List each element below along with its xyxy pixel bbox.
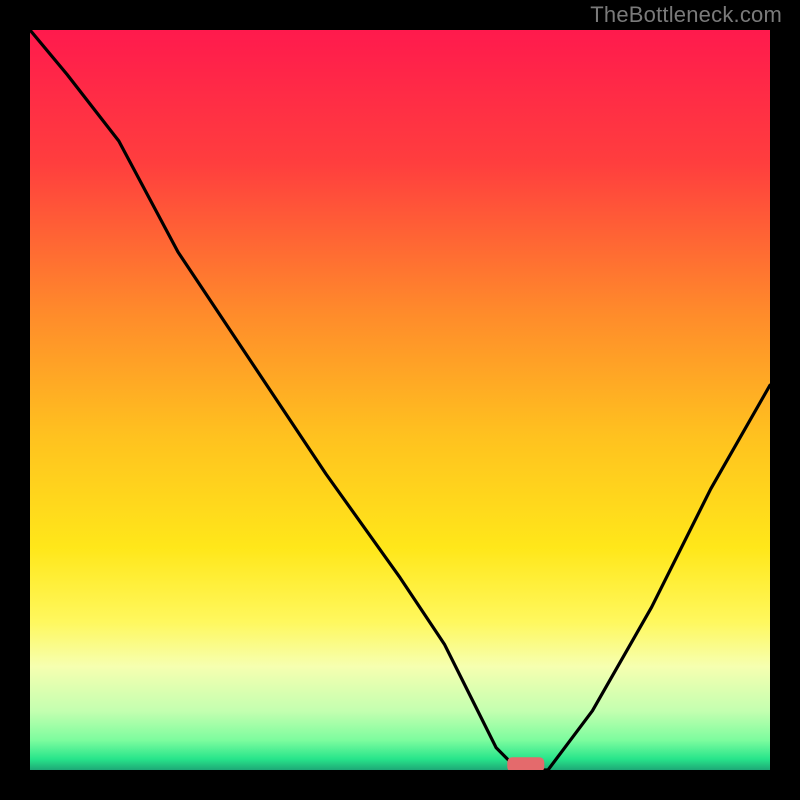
optimal-marker bbox=[507, 757, 544, 770]
gradient-background bbox=[30, 30, 770, 770]
chart-frame: TheBottleneck.com bbox=[0, 0, 800, 800]
bottleneck-chart bbox=[30, 30, 770, 770]
plot-area bbox=[30, 30, 770, 770]
watermark-label: TheBottleneck.com bbox=[590, 2, 782, 28]
